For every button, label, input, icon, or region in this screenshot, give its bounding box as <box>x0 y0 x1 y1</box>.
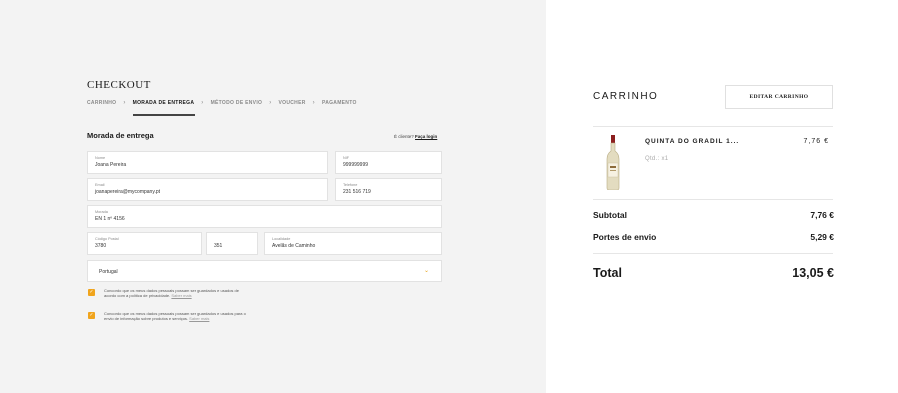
locality-field[interactable]: Localidade Avelãs de Caminho <box>264 232 442 255</box>
marketing-consent-text: Concordo que os meus dados pessoais poss… <box>104 311 252 322</box>
product-quantity: Qtd.: x1 <box>645 156 669 162</box>
country-select[interactable]: Portugal ⌄ <box>87 260 442 282</box>
wine-bottle-image <box>606 135 620 190</box>
total-label: Total <box>593 266 622 280</box>
shipping-value: 5,29 € <box>810 232 834 242</box>
divider <box>593 253 833 254</box>
checkout-steps: CARRINHO › MORADA DE ENTREGA › MÉTODO DE… <box>87 100 357 116</box>
cart-title: CARRINHO <box>593 91 659 102</box>
chevron-right-icon: › <box>269 100 272 106</box>
postal-code-ext-field[interactable]: 351 <box>206 232 258 255</box>
address-field[interactable]: Morada EN 1 nº 4156 <box>87 205 442 228</box>
product-price: 7,76 € <box>803 138 829 145</box>
section-title: Morada de entrega <box>87 131 154 140</box>
postal-code-ext-value: 351 <box>214 243 223 249</box>
divider <box>593 199 833 200</box>
edit-cart-button[interactable]: EDITAR CARRINHO <box>725 85 833 109</box>
subtotal-value: 7,76 € <box>810 210 834 220</box>
locality-value: Avelãs de Caminho <box>272 243 316 249</box>
address-value: EN 1 nº 4156 <box>95 216 125 222</box>
step-morada-de-entrega[interactable]: MORADA DE ENTREGA <box>132 100 195 116</box>
marketing-consent: ✓ Concordo que os meus dados pessoais po… <box>88 311 252 322</box>
chevron-down-icon: ⌄ <box>423 268 429 274</box>
phone-label: Telefone <box>343 183 358 187</box>
login-hint-text: É cliente? <box>394 134 414 139</box>
address-label: Morada <box>95 210 108 214</box>
email-value: joanapereira@mycompany.pt <box>95 189 161 195</box>
name-value: Joana Pereira <box>95 162 127 168</box>
product-name[interactable]: QUINTA DO GRADIL 1... <box>645 138 739 145</box>
login-link[interactable]: Faça login <box>415 134 437 139</box>
postal-code-value: 3780 <box>95 243 107 249</box>
email-label: Email <box>95 183 105 187</box>
name-field[interactable]: Nome Joana Pereira <box>87 151 328 174</box>
cart-panel <box>546 0 898 393</box>
phone-field[interactable]: Telefone 231 516 719 <box>335 178 442 201</box>
page-title: CHECKOUT <box>87 79 151 91</box>
divider <box>593 126 833 127</box>
shipping-label: Portes de envio <box>593 232 657 242</box>
login-hint: É cliente? Faça login <box>394 134 437 139</box>
phone-value: 231 516 719 <box>343 189 371 195</box>
privacy-consent: ✓ Concordo que os meus dados pessoais po… <box>88 288 252 299</box>
nif-label: NIF <box>343 156 350 160</box>
marketing-consent-label: Concordo que os meus dados pessoais poss… <box>104 311 246 322</box>
step-metodo-de-envio[interactable]: MÉTODO DE ENVIO <box>211 100 263 106</box>
step-pagamento[interactable]: PAGAMENTO <box>322 100 357 106</box>
nif-value: 999999999 <box>343 162 369 168</box>
country-value: Portugal <box>99 269 118 275</box>
chevron-right-icon: › <box>123 100 126 106</box>
marketing-consent-link[interactable]: Saber mais <box>189 316 209 321</box>
locality-label: Localidade <box>272 237 291 241</box>
chevron-right-icon: › <box>201 100 204 106</box>
marketing-consent-checkbox[interactable]: ✓ <box>88 312 95 319</box>
step-carrinho[interactable]: CARRINHO <box>87 100 116 106</box>
privacy-consent-text: Concordo que os meus dados pessoais poss… <box>104 288 252 299</box>
subtotal-label: Subtotal <box>593 210 627 220</box>
privacy-consent-link[interactable]: Saber mais <box>171 293 191 298</box>
name-label: Nome <box>95 156 106 160</box>
chevron-right-icon: › <box>312 100 315 106</box>
nif-field[interactable]: NIF 999999999 <box>335 151 442 174</box>
privacy-consent-checkbox[interactable]: ✓ <box>88 289 95 296</box>
postal-code-label: Código Postal <box>95 237 119 241</box>
total-value: 13,05 € <box>792 266 834 280</box>
email-field[interactable]: Email joanapereira@mycompany.pt <box>87 178 328 201</box>
postal-code-field[interactable]: Código Postal 3780 <box>87 232 202 255</box>
step-voucher[interactable]: VOUCHER <box>279 100 306 106</box>
